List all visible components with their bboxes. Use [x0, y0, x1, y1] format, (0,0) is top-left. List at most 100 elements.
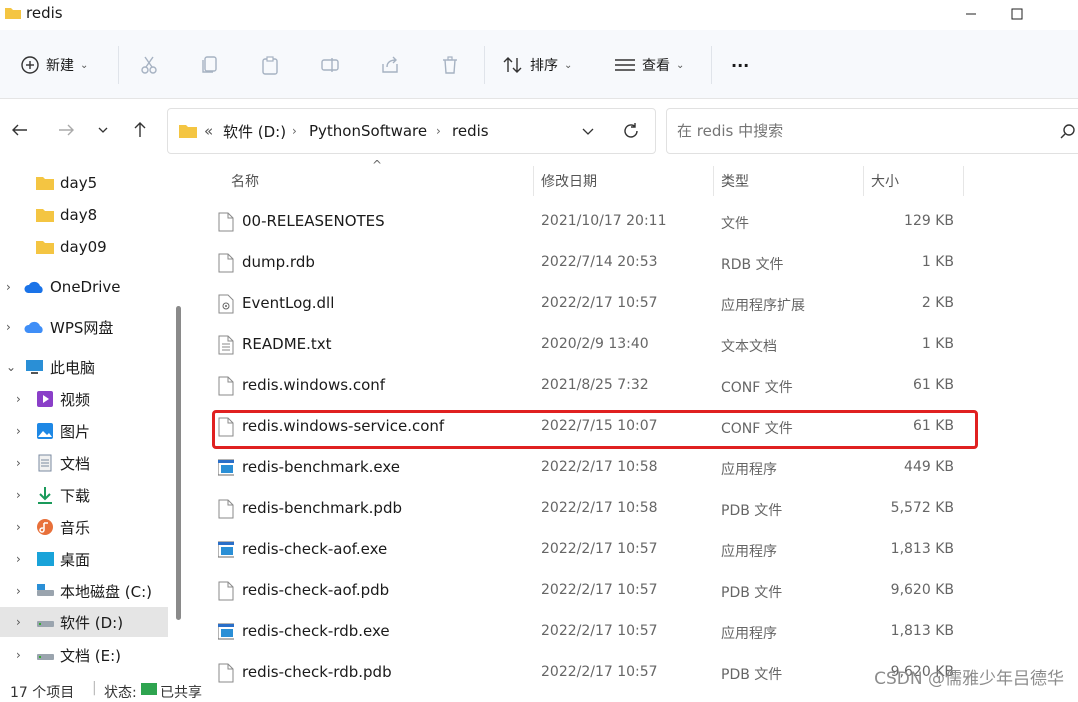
- chevron-right-icon[interactable]: ›: [6, 320, 11, 334]
- chevron-right-icon[interactable]: ›: [16, 584, 21, 598]
- sidebar-item-day8[interactable]: day8: [0, 200, 168, 230]
- column-divider[interactable]: [963, 166, 964, 196]
- file-name: README.txt: [242, 335, 332, 353]
- drive-icon: [37, 584, 54, 596]
- folder-icon: [179, 125, 197, 138]
- copy-button[interactable]: [200, 46, 220, 84]
- column-header-modified[interactable]: 修改日期: [541, 164, 597, 198]
- sidebar-item-drive-d[interactable]: › 软件 (D:): [0, 607, 168, 637]
- breadcrumb-overflow[interactable]: «: [204, 109, 213, 153]
- chevron-down-icon: ⌄: [564, 59, 573, 71]
- sidebar-item-day09[interactable]: day09: [0, 232, 168, 262]
- chevron-down-icon: ⌄: [676, 59, 685, 71]
- sidebar-item-desktop[interactable]: › 桌面: [0, 544, 168, 574]
- highlight-box: [212, 410, 978, 449]
- file-row[interactable]: redis-benchmark.pdb 2022/2/17 10:58 PDB 文件…: [210, 489, 970, 530]
- maximize-button[interactable]: [994, 0, 1040, 28]
- sidebar-item-pictures[interactable]: › 图片: [0, 416, 168, 446]
- file-row[interactable]: redis-check-aof.pdb 2022/2/17 10:57 PDB 文件…: [210, 571, 970, 612]
- chevron-right-icon[interactable]: ›: [6, 280, 11, 294]
- chevron-right-icon[interactable]: ›: [16, 392, 21, 406]
- file-row[interactable]: dump.rdb 2022/7/14 20:53 RDB 文件 1 KB: [210, 243, 970, 284]
- file-size: 1 KB: [921, 254, 954, 270]
- column-divider[interactable]: [863, 166, 864, 196]
- column-header-name[interactable]: 名称: [231, 164, 259, 198]
- back-button[interactable]: [10, 120, 30, 140]
- sidebar-item-this-pc[interactable]: ⌄ 此电脑: [0, 352, 168, 382]
- minimize-icon: [966, 13, 976, 15]
- chevron-down-icon[interactable]: [580, 124, 596, 138]
- scissors-icon: [141, 56, 157, 74]
- file-row[interactable]: redis-check-rdb.exe 2022/2/17 10:57 应用程序 1,…: [210, 612, 970, 653]
- sidebar-item-drive-c[interactable]: › 本地磁盘 (C:): [0, 576, 168, 606]
- folder-icon: [36, 209, 54, 222]
- breadcrumb-pythonsoftware[interactable]: PythonSoftware: [309, 109, 427, 153]
- search-input[interactable]: [675, 119, 1049, 143]
- chevron-right-icon[interactable]: ›: [16, 520, 21, 534]
- paste-button[interactable]: [260, 46, 280, 84]
- address-bar[interactable]: « 软件 (D:) › PythonSoftware › redis: [167, 108, 656, 154]
- sidebar-item-downloads[interactable]: › 下载: [0, 480, 168, 510]
- breadcrumb-drive[interactable]: 软件 (D:): [223, 109, 286, 153]
- sidebar-item-onedrive[interactable]: › OneDrive: [0, 272, 168, 302]
- chevron-right-icon[interactable]: ›: [16, 424, 21, 438]
- rename-button[interactable]: [320, 46, 340, 84]
- more-button[interactable]: ···: [731, 46, 749, 84]
- file-size: 1,813 KB: [890, 541, 954, 557]
- sidebar-item-day5[interactable]: day5: [0, 168, 168, 198]
- column-divider[interactable]: [533, 166, 534, 196]
- sidebar-item-drive-e[interactable]: › 文档 (E:): [0, 640, 168, 670]
- column-header-size[interactable]: 大小: [871, 164, 899, 198]
- desktop-icon: [37, 552, 54, 566]
- delete-button[interactable]: [440, 46, 460, 84]
- column-header-type[interactable]: 类型: [721, 164, 749, 198]
- search-icon[interactable]: [1059, 123, 1077, 141]
- forward-button[interactable]: [56, 120, 76, 140]
- file-row[interactable]: redis.windows.conf 2021/8/25 7:32 CONF 文件 6…: [210, 366, 970, 407]
- picture-icon: [37, 423, 53, 439]
- chevron-down-icon: [98, 127, 108, 133]
- sidebar-scrollbar-thumb[interactable]: [176, 306, 181, 620]
- cut-button[interactable]: [139, 46, 159, 84]
- file-modified: 2022/2/17 10:57: [541, 295, 658, 311]
- chevron-down-icon: ⌄: [80, 59, 89, 71]
- file-row[interactable]: README.txt 2020/2/9 13:40 文本文档 1 KB: [210, 325, 970, 366]
- recent-locations-button[interactable]: [96, 122, 110, 138]
- chevron-right-icon[interactable]: ›: [16, 456, 21, 470]
- minimize-button[interactable]: [948, 0, 994, 28]
- search-box[interactable]: [666, 108, 1078, 154]
- file-name: redis-check-aof.pdb: [242, 581, 390, 599]
- file-row[interactable]: redis-check-aof.exe 2022/2/17 10:57 应用程序 1,…: [210, 530, 970, 571]
- refresh-icon[interactable]: [621, 121, 641, 141]
- breadcrumb-redis[interactable]: redis: [452, 109, 489, 153]
- chevron-right-icon[interactable]: ›: [16, 648, 21, 662]
- cloud-icon: [24, 321, 43, 333]
- view-button[interactable]: 查看 ⌄: [614, 46, 684, 84]
- chevron-right-icon[interactable]: ›: [16, 615, 21, 629]
- file-name: EventLog.dll: [242, 294, 335, 312]
- file-size: 5,572 KB: [890, 500, 954, 516]
- sidebar-item-music[interactable]: › 音乐: [0, 512, 168, 542]
- view-list-icon: [615, 59, 635, 71]
- share-button[interactable]: [380, 46, 400, 84]
- item-count: 17 个项目: [10, 685, 75, 701]
- sidebar-item-videos[interactable]: › 视频: [0, 384, 168, 414]
- exe-icon: [218, 623, 234, 640]
- column-divider[interactable]: [713, 166, 714, 196]
- sort-button[interactable]: 排序 ⌄: [502, 46, 572, 84]
- file-name: redis-benchmark.exe: [242, 458, 401, 476]
- chevron-right-icon[interactable]: ›: [16, 488, 21, 502]
- sidebar-item-documents[interactable]: › 文档: [0, 448, 168, 478]
- file-icon: [218, 499, 234, 519]
- chevron-right-icon[interactable]: ›: [16, 552, 21, 566]
- toolbar-divider: [711, 46, 712, 84]
- up-button[interactable]: [130, 120, 150, 140]
- file-size: 2 KB: [921, 295, 954, 311]
- file-type: PDB 文件: [721, 667, 783, 683]
- new-button[interactable]: 新建 ⌄: [20, 46, 88, 84]
- sidebar-item-wps[interactable]: › WPS网盘: [0, 312, 168, 342]
- file-row[interactable]: EventLog.dll 2022/2/17 10:57 应用程序扩展 2 KB: [210, 284, 970, 325]
- chevron-down-icon[interactable]: ⌄: [6, 360, 16, 374]
- file-row[interactable]: 00-RELEASENOTES 2021/10/17 20:11 文件 129 KB: [210, 202, 970, 243]
- file-row[interactable]: redis-benchmark.exe 2022/2/17 10:58 应用程序 44…: [210, 448, 970, 489]
